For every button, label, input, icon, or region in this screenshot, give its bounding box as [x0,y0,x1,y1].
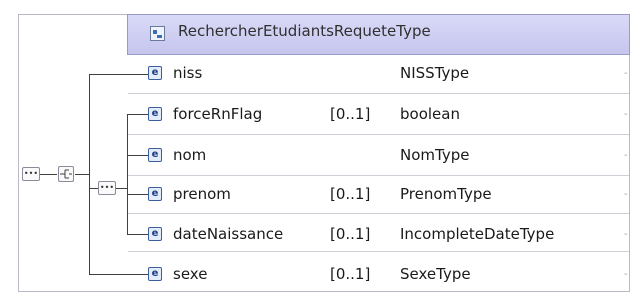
connector-line [127,114,148,115]
row-edge-tick: - [624,269,628,280]
complex-type-icon [150,26,165,41]
type-title: RechercherEtudiantsRequeteType [178,22,431,40]
element-cardinality: [0..1] [330,185,371,203]
row-separator [128,175,629,176]
sequence-compositor-icon[interactable]: ••• [98,181,116,195]
element-type: PrenomType [400,185,492,203]
row-edge-tick: - [624,229,628,240]
row-edge-tick: - [624,109,628,120]
connector-line [75,174,89,175]
element-type: NomType [400,146,470,164]
element-name: nom [173,146,207,164]
row-edge-tick: - [624,150,628,161]
element-type: NISSType [400,64,470,82]
connector-line [40,174,57,175]
element-type: SexeType [400,265,471,283]
element-icon: e [148,148,162,162]
connector-line [89,274,148,275]
connector-line [127,194,148,195]
element-icon: e [148,187,162,201]
choice-compositor-icon[interactable] [58,166,74,182]
element-type: IncompleteDateType [400,225,555,243]
connector-line [89,74,148,75]
sequence-compositor-icon[interactable]: ••• [22,167,40,181]
row-separator [128,213,629,214]
row-edge-tick: - [624,68,628,79]
element-cardinality: [0..1] [330,225,371,243]
element-name: sexe [173,265,208,283]
row-separator [128,93,629,94]
element-cardinality: [0..1] [330,105,371,123]
element-icon: e [148,227,162,241]
connector-line [116,188,127,189]
element-name: niss [173,64,203,82]
element-name: dateNaissance [173,225,284,243]
connector-line [127,114,128,235]
row-edge-tick: - [624,189,628,200]
connector-line [89,188,98,189]
element-cardinality: [0..1] [330,265,371,283]
row-separator [128,251,629,252]
element-icon: e [148,66,162,80]
element-type: boolean [400,105,460,123]
element-name: prenom [173,185,231,203]
element-icon: e [148,107,162,121]
connector-line [127,234,148,235]
element-name: forceRnFlag [173,105,263,123]
connector-line [89,74,90,275]
connector-line [127,155,148,156]
element-icon: e [148,267,162,281]
row-separator [128,134,629,135]
